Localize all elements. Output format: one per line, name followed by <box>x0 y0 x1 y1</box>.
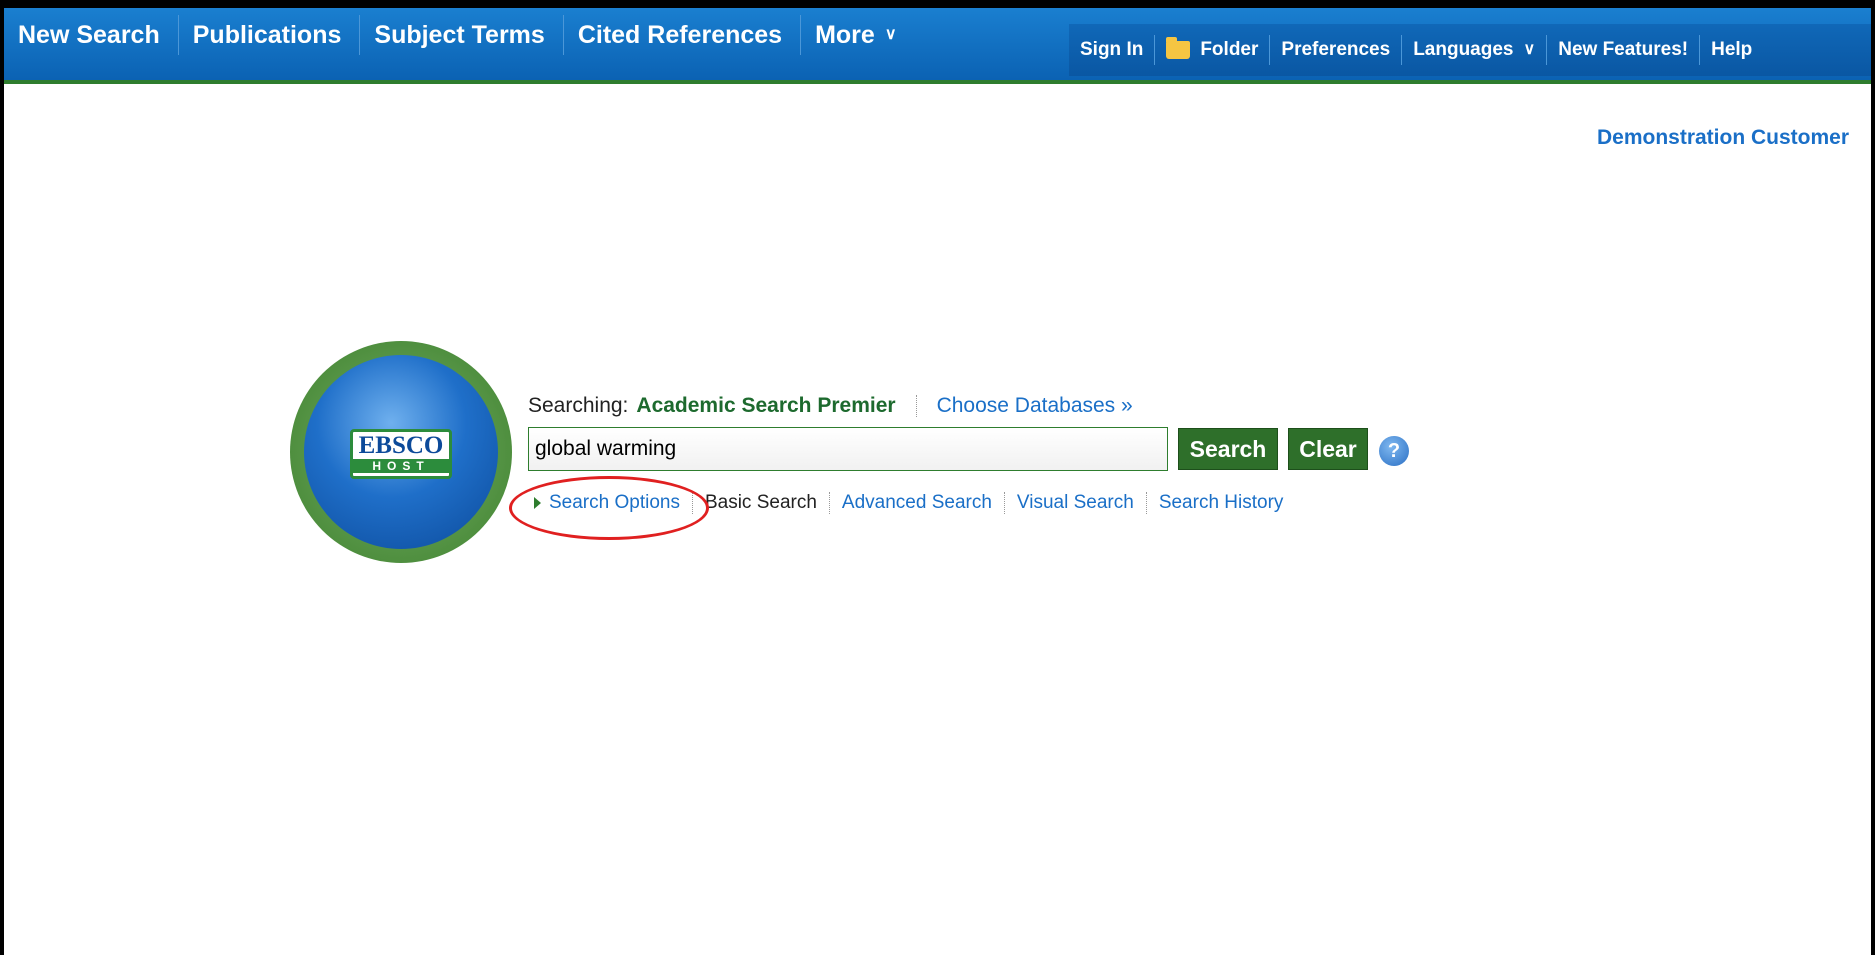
logo-text-ebsco: EBSCO <box>358 432 444 459</box>
search-history-link[interactable]: Search History <box>1147 492 1296 514</box>
folder-icon <box>1166 37 1191 59</box>
choose-databases-link[interactable]: Choose Databases » <box>937 394 1133 418</box>
clear-button[interactable]: Clear <box>1288 428 1368 470</box>
main-nav: New Search Publications Subject Terms Ci… <box>4 8 915 76</box>
search-mode-links: Search Options Basic Search Advanced Sea… <box>534 492 1295 514</box>
nav-publications[interactable]: Publications <box>179 15 361 55</box>
utility-nav: Sign In Folder Preferences Languages ∨ Ne… <box>1069 24 1871 76</box>
divider <box>915 395 917 417</box>
help-icon[interactable]: ? <box>1379 436 1409 466</box>
logo-globe: EBSCO HOST <box>304 355 498 549</box>
sign-in-label: Sign In <box>1080 39 1144 60</box>
database-name: Academic Search Premier <box>636 394 896 417</box>
folder-link[interactable]: Folder <box>1155 35 1271 65</box>
nav-label: New Search <box>18 21 160 49</box>
help-label: Help <box>1711 39 1753 60</box>
search-options-label: Search Options <box>549 492 680 513</box>
languages-label: Languages <box>1413 39 1514 60</box>
ebscohost-logo: EBSCO HOST <box>290 341 512 563</box>
search-options-toggle[interactable]: Search Options <box>534 492 693 514</box>
browser-page: New Search Publications Subject Terms Ci… <box>4 8 1871 955</box>
nav-more-dropdown[interactable]: More ∨ <box>801 15 914 55</box>
help-link[interactable]: Help <box>1700 35 1763 65</box>
nav-subject-terms[interactable]: Subject Terms <box>360 15 564 55</box>
new-features-label: New Features! <box>1558 39 1689 60</box>
search-input[interactable] <box>528 427 1168 471</box>
new-features-link[interactable]: New Features! <box>1547 35 1701 65</box>
chevron-down-icon: ∨ <box>884 26 897 43</box>
search-button[interactable]: Search <box>1178 428 1278 470</box>
nav-label: Subject Terms <box>374 21 545 49</box>
nav-label: More <box>815 21 875 49</box>
folder-label: Folder <box>1200 39 1259 60</box>
searching-line: Searching: Academic Search Premier Choos… <box>528 394 1133 418</box>
nav-cited-references[interactable]: Cited References <box>564 15 802 55</box>
top-navigation-bar: New Search Publications Subject Terms Ci… <box>4 8 1871 84</box>
customer-name: Demonstration Customer <box>1596 126 1849 149</box>
preferences-link[interactable]: Preferences <box>1270 35 1403 65</box>
searching-label: Searching: <box>528 394 629 417</box>
chevron-down-icon: ∨ <box>1523 41 1536 58</box>
logo-badge: EBSCO HOST <box>350 429 452 479</box>
logo-text-host: HOST <box>353 459 449 473</box>
triangle-right-icon <box>534 497 541 509</box>
nav-label: Publications <box>192 21 342 49</box>
nav-label: Cited References <box>577 21 783 49</box>
nav-new-search[interactable]: New Search <box>4 15 179 55</box>
preferences-label: Preferences <box>1281 39 1391 60</box>
advanced-search-link[interactable]: Advanced Search <box>830 492 1005 514</box>
languages-dropdown[interactable]: Languages ∨ <box>1402 35 1548 65</box>
basic-search-link[interactable]: Basic Search <box>693 492 830 514</box>
visual-search-link[interactable]: Visual Search <box>1005 492 1147 514</box>
sign-in-link[interactable]: Sign In <box>1069 35 1156 65</box>
